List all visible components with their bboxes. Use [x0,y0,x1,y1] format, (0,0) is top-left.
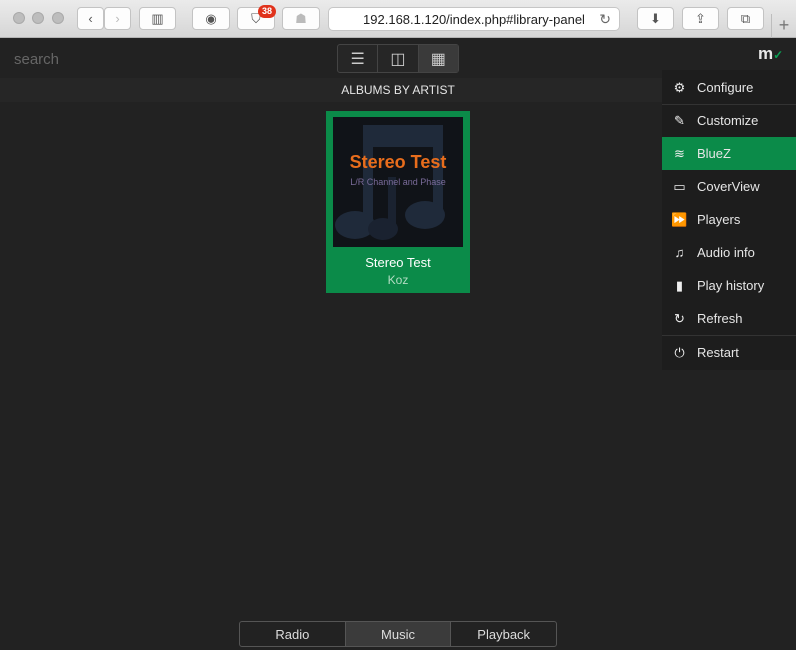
menu-item-label: Play history [697,278,765,293]
address-bar[interactable]: 192.168.1.120/index.php#library-panel ↻ [328,7,620,31]
extension-button[interactable]: ◉ [192,7,230,30]
menu-logo-button[interactable]: m✓ [758,44,783,64]
menu-item-label: Restart [697,345,739,360]
menu-item-configure[interactable]: ⚙ Configure [662,71,796,104]
logo-text: m [758,44,774,63]
tab-radio[interactable]: Radio [240,622,346,646]
forward-button[interactable]: › [104,7,131,30]
reload-icon[interactable]: ↻ [599,11,611,28]
list-icon: ☰ [350,50,365,68]
menu-item-audio-info[interactable]: ♫ Audio info [662,236,796,269]
columns-icon: ◫ [390,50,406,68]
ghostery-button[interactable]: ☗ [282,7,320,30]
ublock-badge: 38 [258,5,277,18]
menu-item-refresh[interactable]: ↻ Refresh [662,302,796,335]
power-icon: ⏻ [674,344,685,360]
menu-item-label: Players [697,212,741,227]
browser-toolbar: ‹ › ▥ ◉ ⛉ 38 ☗ 192.168.1.120/index.php#l… [0,0,796,38]
album-card[interactable]: Stereo Test L/R Channel and Phase Stereo… [326,111,470,293]
search-input[interactable]: search [14,51,59,68]
cover-subtitle: L/R Channel and Phase [350,177,446,187]
music-note-icon: ♫ [674,245,685,260]
downloads-button[interactable]: ⬇ [637,7,674,30]
chevron-right-icon: › [115,11,120,26]
book-icon: ▮ [675,277,684,293]
menu-item-label: Audio info [697,245,755,260]
sidebar-button[interactable]: ▥ [139,7,176,30]
menu-item-label: Refresh [697,311,743,326]
menu-item-customize[interactable]: ✎ Customize [662,104,796,137]
share-icon: ⇪ [695,10,706,26]
address-text: 192.168.1.120/index.php#library-panel [363,11,585,27]
plus-icon: + [778,15,790,35]
new-tab-button[interactable]: + [771,14,796,38]
menu-item-label: CoverView [697,179,760,194]
sidebar-icon: ▥ [151,10,164,26]
menu-item-coverview[interactable]: ▭ CoverView [662,170,796,203]
tab-playback[interactable]: Playback [451,622,556,646]
bottom-tabs: Radio Music Playback [239,621,557,647]
menu-item-label: Customize [697,113,759,128]
column-view-button[interactable]: ◫ [378,45,419,72]
tab-music[interactable]: Music [345,622,452,646]
back-button[interactable]: ‹ [77,7,104,30]
zoom-window-button[interactable] [52,12,64,24]
grid-icon: ▦ [430,50,446,68]
menu-item-restart[interactable]: ⏻ Restart [662,336,796,369]
list-view-button[interactable]: ☰ [338,45,379,72]
gear-icon: ⚙ [673,79,686,95]
tabs-overview-button[interactable]: ⧉ [727,7,764,30]
album-name: Stereo Test [365,255,431,270]
share-button[interactable]: ⇪ [682,7,719,30]
menu-item-players[interactable]: ⏩ Players [662,203,796,236]
download-icon: ⬇ [650,10,661,26]
menu-item-bluez[interactable]: ≋ BlueZ [662,137,796,170]
wifi-icon: ≋ [674,145,685,161]
view-switcher: ☰ ◫ ▦ [337,44,459,73]
monitor-icon: ▭ [673,178,686,194]
refresh-icon: ↻ [674,310,685,326]
chevron-left-icon: ‹ [88,11,93,26]
close-window-button[interactable] [13,12,25,24]
tabs-icon: ⧉ [740,10,751,26]
main-menu: ⚙ Configure ✎ Customize ≋ BlueZ ▭ CoverV… [662,70,796,370]
album-artist: Koz [387,273,409,287]
menu-item-label: BlueZ [697,146,731,161]
chevron-check-icon: ✓ [773,48,784,62]
album-cover: Stereo Test L/R Channel and Phase [333,117,463,247]
edit-icon: ✎ [674,112,685,128]
ghost-icon: ☗ [295,10,307,26]
globe-icon: ◉ [205,10,217,26]
grid-view-button[interactable]: ▦ [418,45,458,72]
fast-forward-icon: ⏩ [671,211,688,227]
minimize-window-button[interactable] [32,12,44,24]
menu-item-play-history[interactable]: ▮ Play history [662,269,796,302]
cover-title: Stereo Test [349,152,447,172]
menu-item-label: Configure [697,80,754,95]
